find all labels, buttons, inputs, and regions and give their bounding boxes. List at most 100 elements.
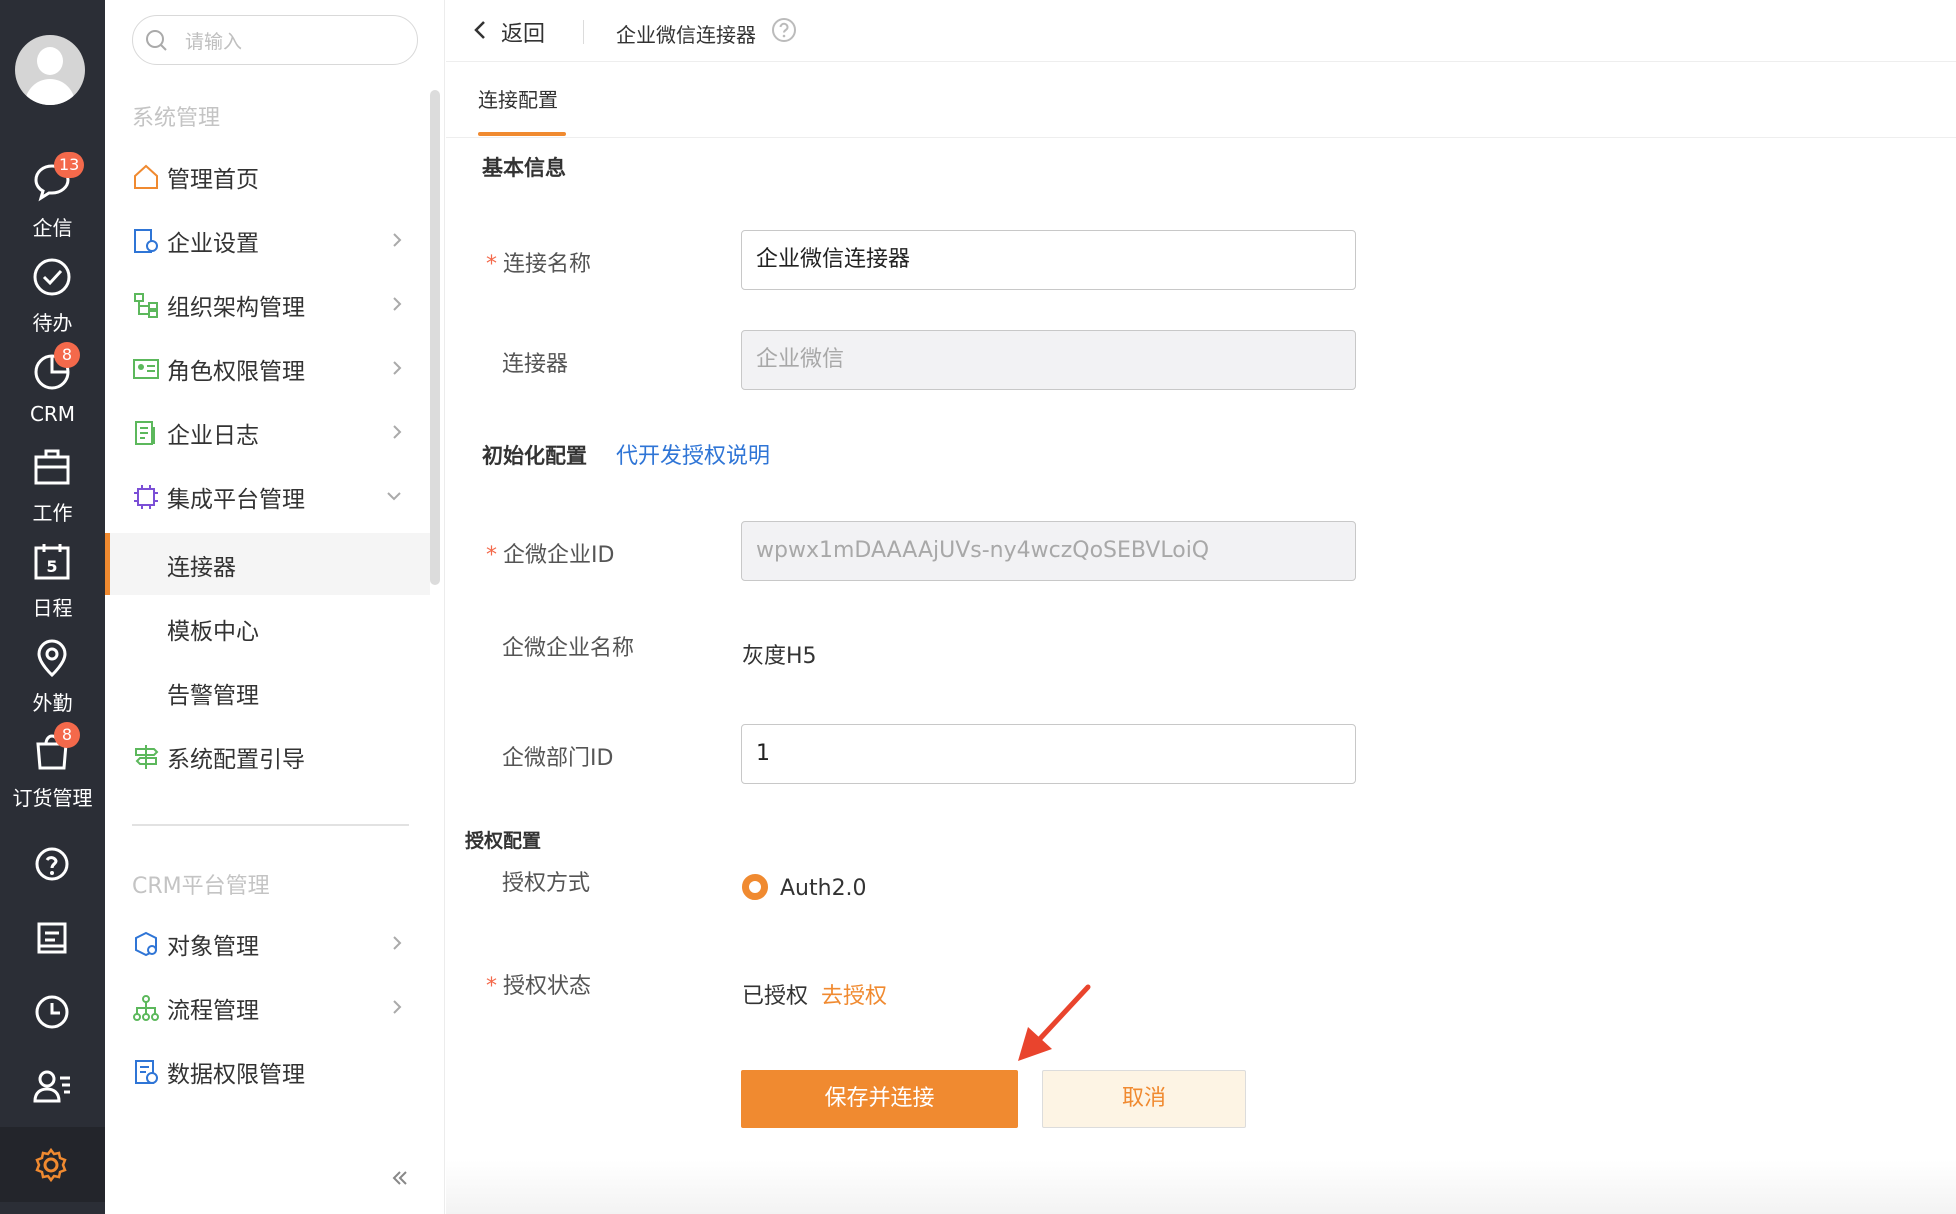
log-icon	[135, 421, 155, 445]
menu-enterprise-settings[interactable]: 企业设置	[105, 209, 430, 271]
nav-chat[interactable]: 13 企信	[0, 152, 105, 250]
corp-id-label-text: 企微企业ID	[503, 543, 615, 568]
menu-object-management[interactable]: 对象管理	[105, 912, 430, 974]
header-divider	[583, 20, 584, 44]
back-button[interactable]: 返回	[501, 16, 545, 48]
cancel-button[interactable]: 取消	[1042, 1070, 1246, 1128]
menu-alert-management[interactable]: 告警管理	[105, 661, 430, 723]
corp-id-label: * 企微企业ID	[486, 537, 614, 569]
sidebar-scrollbar[interactable]	[430, 90, 440, 585]
location-pin-icon	[37, 639, 67, 678]
clock-icon[interactable]	[30, 990, 74, 1034]
notes-icon[interactable]	[30, 916, 74, 960]
nav-schedule-label: 日程	[32, 596, 73, 620]
home-icon	[134, 164, 158, 189]
required-mark: *	[486, 252, 497, 277]
bottom-shadow	[446, 1160, 1956, 1214]
nav-field[interactable]: 外勤	[0, 635, 105, 725]
help-circle-icon[interactable]	[771, 17, 797, 43]
chevron-down-icon	[387, 492, 401, 501]
menu-label: 对象管理	[167, 934, 259, 960]
enterprise-settings-icon	[134, 229, 158, 253]
auth-method-radio[interactable]	[742, 874, 768, 900]
sidebar-divider	[132, 824, 409, 826]
menu-label: 模板中心	[167, 619, 259, 645]
save-and-connect-button[interactable]: 保存并连接	[741, 1070, 1018, 1128]
menu-label: 系统配置引导	[167, 747, 305, 773]
signpost-icon	[135, 745, 159, 769]
admin-sidebar: 请输入 系统管理 管理首页 企业设置 组织架构管理 角色权限管理 企业日志 集成…	[105, 0, 445, 1214]
reauthorize-link[interactable]: 去授权	[821, 978, 887, 1010]
connection-config-form: 基本信息 * 连接名称 企业微信连接器 连接器 企业微信 初始化配置 代开发授权说…	[446, 138, 1956, 1214]
menu-flow-management[interactable]: 流程管理	[105, 976, 430, 1038]
help-icon[interactable]	[30, 842, 74, 886]
menu-label: 数据权限管理	[167, 1062, 305, 1088]
collapse-sidebar-icon[interactable]	[390, 1168, 410, 1188]
search-icon	[146, 30, 167, 51]
crm-badge: 8	[54, 342, 80, 368]
chat-badge: 13	[54, 152, 85, 178]
org-structure-icon	[134, 293, 158, 318]
section-crm-title: CRM平台管理	[132, 874, 270, 899]
menu-org-structure[interactable]: 组织架构管理	[105, 273, 430, 335]
menu-label: 组织架构管理	[167, 295, 305, 321]
menu-admin-home[interactable]: 管理首页	[105, 145, 430, 207]
settings-button[interactable]	[0, 1127, 105, 1202]
menu-data-permission[interactable]: 数据权限管理	[105, 1040, 430, 1102]
required-mark: *	[486, 974, 497, 999]
menu-connector[interactable]: 连接器	[105, 533, 430, 595]
auth-method-label: 授权方式	[502, 871, 591, 896]
chevron-right-icon	[393, 425, 402, 439]
nav-work[interactable]: 工作	[0, 445, 105, 535]
dept-id-label: 企微部门ID	[502, 746, 614, 771]
chevron-right-icon	[393, 1000, 402, 1014]
nav-order-label: 订货管理	[12, 786, 93, 810]
tab-bar: 连接配置	[446, 62, 1956, 138]
menu-integration-platform[interactable]: 集成平台管理	[105, 465, 430, 527]
chevron-right-icon	[393, 361, 402, 375]
flow-icon	[133, 995, 159, 1021]
menu-label: 企业设置	[167, 231, 259, 257]
calendar-day: 5	[46, 557, 57, 576]
page-title: 企业微信连接器	[616, 23, 756, 47]
back-chevron-icon[interactable]	[470, 16, 490, 44]
annotation-arrow-icon	[1018, 984, 1091, 1061]
check-circle-icon	[33, 258, 71, 296]
left-nav-bar: 13 企信 待办 8 CRM 工作 5 日程 外勤 8 订货管理	[0, 0, 105, 1214]
order-badge: 8	[54, 722, 80, 748]
name-label-text: 连接名称	[503, 252, 592, 277]
menu-label: 集成平台管理	[167, 487, 305, 513]
id-card-icon	[133, 359, 159, 379]
settings-icon	[35, 1147, 67, 1183]
connector-input: 企业微信	[741, 330, 1356, 390]
tab-connection-config[interactable]: 连接配置	[478, 84, 558, 113]
auth-guide-link[interactable]: 代开发授权说明	[616, 438, 770, 470]
auth-status-label-text: 授权状态	[503, 974, 592, 999]
menu-role-permission[interactable]: 角色权限管理	[105, 337, 430, 399]
corp-id-input: wpwx1mDAAAAjUVs-ny4wczQoSEBVLoiQ	[741, 521, 1356, 581]
menu-template-center[interactable]: 模板中心	[105, 597, 430, 659]
section-system-title: 系统管理	[132, 106, 221, 131]
nav-todo[interactable]: 待办	[0, 255, 105, 345]
nav-schedule[interactable]: 5 日程	[0, 540, 105, 630]
menu-label: 流程管理	[167, 998, 259, 1024]
auth-config-title: 授权配置	[465, 830, 542, 852]
avatar[interactable]	[15, 35, 85, 105]
contacts-icon[interactable]	[30, 1064, 74, 1108]
menu-system-guide[interactable]: 系统配置引导	[105, 725, 430, 787]
nav-order[interactable]: 8 订货管理	[0, 722, 105, 820]
menu-label: 管理首页	[167, 167, 259, 193]
menu-enterprise-log[interactable]: 企业日志	[105, 401, 430, 463]
nav-crm-label: CRM	[29, 402, 76, 426]
dept-id-input[interactable]: 1	[741, 724, 1356, 784]
nav-crm[interactable]: 8 CRM	[0, 342, 105, 440]
corp-name-label: 企微企业名称	[502, 636, 635, 661]
nav-todo-label: 待办	[32, 311, 73, 335]
chevron-right-icon	[393, 233, 402, 247]
data-permission-icon	[135, 1060, 158, 1084]
sidebar-search[interactable]: 请输入	[132, 15, 418, 65]
connection-name-input[interactable]: 企业微信连接器	[741, 230, 1356, 290]
menu-label: 连接器	[167, 555, 236, 581]
chevron-right-icon	[393, 297, 402, 311]
auth-status-label: * 授权状态	[486, 968, 591, 1000]
